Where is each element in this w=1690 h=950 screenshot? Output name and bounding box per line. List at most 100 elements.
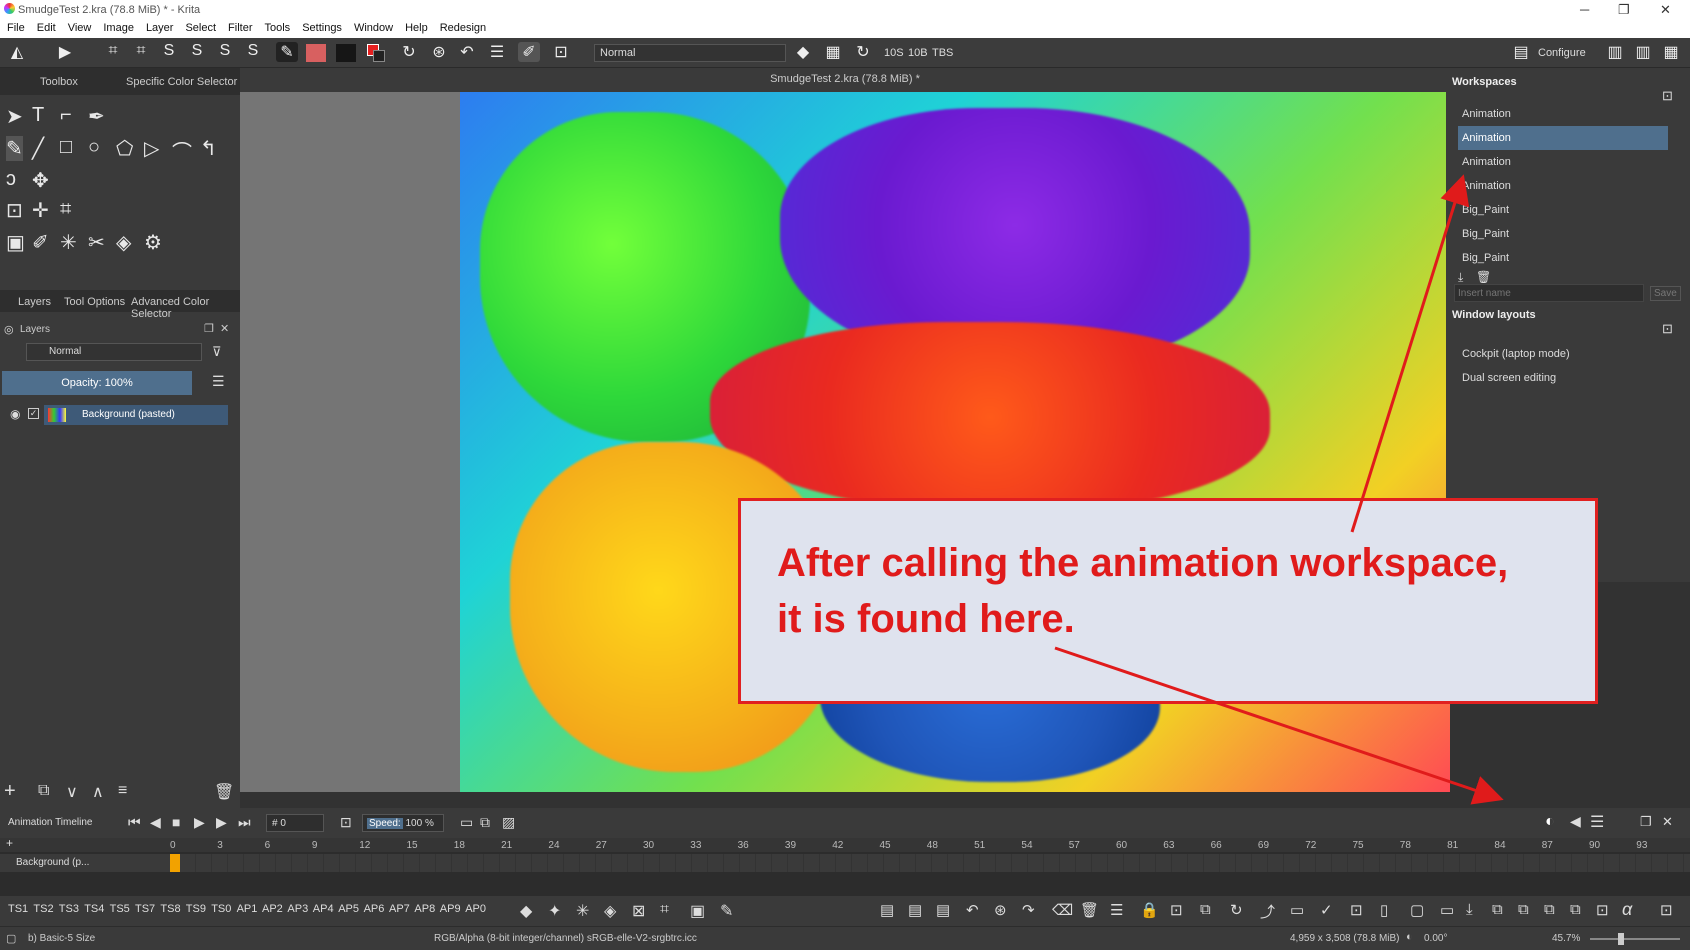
zoom-slider[interactable] bbox=[1590, 938, 1680, 940]
eraser-tool-icon[interactable]: ◆ bbox=[520, 901, 532, 921]
brush-preset-button[interactable]: AP3 bbox=[287, 903, 308, 915]
page-icon[interactable]: ▯ bbox=[1380, 901, 1388, 919]
gradient-icon[interactable]: ▣ bbox=[690, 901, 705, 921]
frame-icon[interactable]: ⊡ bbox=[1350, 901, 1363, 919]
fill-bucket-icon[interactable]: ◈ bbox=[604, 901, 616, 921]
timeline-tick: 36 bbox=[737, 840, 749, 851]
tool-3-icon[interactable]: ▤ bbox=[936, 901, 950, 919]
fit-icon[interactable]: ⊡ bbox=[1170, 901, 1183, 919]
speed-control[interactable]: Speed: 100 % bbox=[362, 814, 444, 832]
brush-preset-button[interactable]: TS2 bbox=[33, 903, 53, 915]
prev-frame-icon[interactable]: ◀ bbox=[150, 814, 161, 831]
arrow-to-workspace bbox=[1350, 174, 1470, 533]
brush-preset-button[interactable]: TS1 bbox=[8, 903, 28, 915]
timeline-tick: 84 bbox=[1494, 840, 1506, 851]
brush-preset-button[interactable]: AP1 bbox=[237, 903, 258, 915]
brush-preset-button[interactable]: TS5 bbox=[110, 903, 130, 915]
folder-icon[interactable]: ▭ bbox=[1290, 901, 1304, 919]
audio-volume-icon[interactable]: ◀ bbox=[1570, 813, 1581, 830]
next-frame-icon[interactable]: ▶ bbox=[216, 814, 227, 831]
timeline-frames[interactable] bbox=[180, 854, 1690, 872]
timeline-tick: 57 bbox=[1068, 840, 1080, 851]
layout-icon[interactable]: ▢ bbox=[1410, 901, 1424, 919]
check-icon[interactable]: ✓ bbox=[1320, 901, 1333, 919]
export-icon[interactable]: ⤴ bbox=[1260, 901, 1275, 922]
timeline-tick: 60 bbox=[1116, 840, 1128, 851]
copy-icon[interactable]: ⧉ bbox=[1200, 901, 1211, 918]
auto-frame-icon[interactable]: ⊡ bbox=[340, 814, 352, 831]
brush-preset-button[interactable]: AP6 bbox=[364, 903, 385, 915]
lock-alpha-icon[interactable]: ⊡ bbox=[1596, 901, 1609, 919]
float-timeline-icon[interactable]: ❐ bbox=[1640, 814, 1652, 830]
timeline-tick: 12 bbox=[359, 840, 371, 851]
play-icon[interactable]: ▶ bbox=[194, 814, 205, 831]
timeline-tick: 93 bbox=[1636, 840, 1648, 851]
brush-preset-button[interactable]: TS4 bbox=[84, 903, 104, 915]
brush-preset-button[interactable]: TS8 bbox=[160, 903, 180, 915]
reset-icon[interactable]: ⊛ bbox=[994, 901, 1007, 919]
fullscreen-icon[interactable]: ⊡ bbox=[1660, 901, 1673, 919]
alpha-icon[interactable]: α bbox=[1622, 899, 1632, 920]
audio-icon[interactable]: ▨ bbox=[502, 814, 515, 831]
timeline-tick: 3 bbox=[217, 840, 223, 851]
transform-icon[interactable]: ⊠ bbox=[632, 901, 645, 921]
magic-select-icon[interactable]: ✦ bbox=[548, 901, 561, 921]
brush-preset-button[interactable]: TS9 bbox=[186, 903, 206, 915]
delete-icon[interactable]: 🗑 bbox=[1080, 901, 1099, 919]
download-icon[interactable]: ⤓ bbox=[1466, 901, 1473, 918]
brush-status-icon[interactable]: ▢ bbox=[6, 932, 16, 945]
rotation-text: 0.00° bbox=[1424, 933, 1448, 944]
speed-value: 100 % bbox=[405, 818, 434, 829]
timeline-tick: 48 bbox=[926, 840, 938, 851]
animation-timeline[interactable]: + 0 3 6 9 12 15 18 21 24 27 30 33 36 39 42 45 48 51 54 57 60… bbox=[0, 836, 1690, 896]
adjust-icon[interactable]: ☰ bbox=[1110, 901, 1123, 919]
last-frame-icon[interactable]: ⏭ bbox=[238, 814, 251, 831]
brush-preset-button[interactable]: AP9 bbox=[440, 903, 461, 915]
brush-preset-button[interactable]: TS0 bbox=[211, 903, 231, 915]
timeline-tick: 78 bbox=[1399, 840, 1411, 851]
tool-1-icon[interactable]: ▤ bbox=[880, 901, 894, 919]
drop-frames-icon[interactable]: ⧉ bbox=[480, 814, 490, 831]
brush-preset-button[interactable]: AP5 bbox=[338, 903, 359, 915]
timeline-tick: 81 bbox=[1447, 840, 1459, 851]
brush-preset-button[interactable]: AP0 bbox=[465, 903, 486, 915]
workspace-switcher-icon[interactable]: ◐ bbox=[1545, 813, 1555, 831]
merge-icon[interactable]: ⧉ bbox=[1570, 901, 1581, 918]
first-frame-icon[interactable]: ⏮ bbox=[128, 814, 141, 831]
zoom-slider-handle[interactable] bbox=[1618, 933, 1624, 945]
stack-icon[interactable]: ⧉ bbox=[1492, 901, 1503, 918]
timeline-menu-icon[interactable]: ☰ bbox=[1590, 812, 1604, 832]
status-bar: ▢ b) Basic-5 Size RGB/Alpha (8-bit integ… bbox=[0, 926, 1690, 950]
brush-icon[interactable]: ✎ bbox=[720, 901, 733, 921]
stack-3-icon[interactable]: ⧉ bbox=[1544, 901, 1555, 918]
timeline-tick: 21 bbox=[501, 840, 513, 851]
rotation-icon[interactable]: ◐ bbox=[1406, 931, 1413, 943]
color-profile-text: RGB/Alpha (8-bit integer/channel) sRGB-e… bbox=[434, 933, 697, 944]
brush-preset-button[interactable]: TS3 bbox=[59, 903, 79, 915]
timeline-tick: 42 bbox=[832, 840, 844, 851]
redo-bottom-icon[interactable]: ↷ bbox=[1022, 901, 1035, 919]
timeline-layer-row[interactable]: Background (p... bbox=[0, 854, 170, 872]
rotate-icon[interactable]: ↻ bbox=[1230, 901, 1243, 919]
frame-input[interactable]: # 0 bbox=[266, 814, 324, 832]
onion-skin-icon[interactable]: ▭ bbox=[460, 814, 473, 831]
timeline-tick: 15 bbox=[406, 840, 418, 851]
stop-icon[interactable]: ■ bbox=[172, 814, 180, 830]
undo-bottom-icon[interactable]: ↶ bbox=[966, 901, 979, 919]
brush-preset-button[interactable]: AP2 bbox=[262, 903, 283, 915]
close-timeline-icon[interactable]: ✕ bbox=[1662, 814, 1673, 830]
tool-2-icon[interactable]: ▤ bbox=[908, 901, 922, 919]
doc-icon[interactable]: ▭ bbox=[1440, 901, 1454, 919]
keyframe-marker[interactable] bbox=[170, 854, 180, 872]
brush-preset-button[interactable]: AP4 bbox=[313, 903, 334, 915]
brush-preset-button[interactable]: TS7 bbox=[135, 903, 155, 915]
crop-select-icon[interactable]: ⌗ bbox=[660, 901, 669, 919]
brush-preset-button[interactable]: AP8 bbox=[414, 903, 435, 915]
magic-wand-icon[interactable]: ✳ bbox=[576, 901, 589, 921]
lock-icon[interactable]: 🔒 bbox=[1140, 901, 1159, 919]
timeline-tick: 69 bbox=[1257, 840, 1270, 851]
stack-2-icon[interactable]: ⧉ bbox=[1518, 901, 1529, 918]
add-layer-timeline-icon[interactable]: + bbox=[6, 836, 13, 850]
brush-preset-button[interactable]: AP7 bbox=[389, 903, 410, 915]
clear-icon[interactable]: ⌫ bbox=[1052, 901, 1073, 919]
